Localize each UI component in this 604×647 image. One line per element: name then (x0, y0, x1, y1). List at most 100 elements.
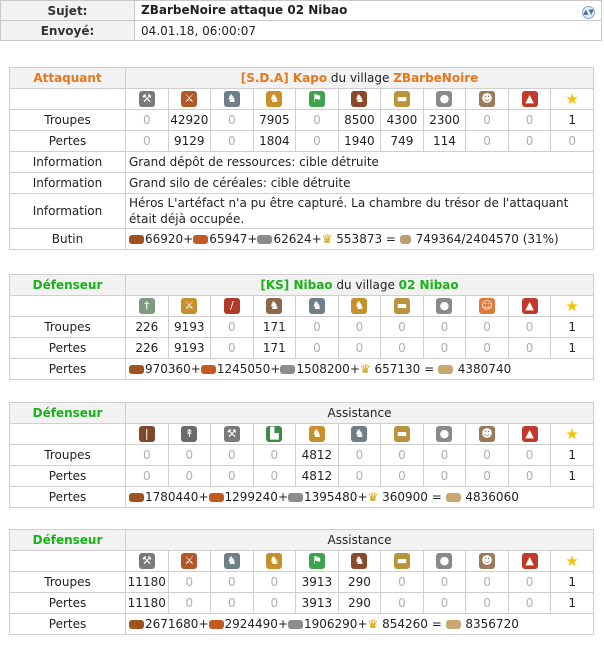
troop-count: 42920 (167, 109, 212, 131)
catapult-icon: ● (436, 426, 453, 442)
senator-icon: ☺ (479, 298, 496, 314)
unit-icon-cell: | (125, 423, 169, 445)
defender2-role: Défenseur (9, 402, 126, 424)
hero-star-icon: ★ (565, 425, 579, 443)
bounty-amount: 749364/2404570 (31%) (411, 232, 559, 246)
attacker-title: [S.D.A] Kapo du village ZBarbeNoire (125, 67, 594, 89)
unit-icon-cell: ♞ (337, 295, 382, 317)
defender3-role: Défenseur (9, 529, 126, 551)
troop-count: 0 (422, 316, 467, 338)
losses-row: Pertes 11180 0 0 0 3913 290 0 0 0 0 1 (9, 592, 594, 614)
bounty-label: Butin (9, 228, 126, 250)
unit-icon-cell: ▲ (507, 550, 552, 572)
subject-text: ZBarbeNoire attaque 02 Nibao (141, 2, 348, 17)
resource-losses-label: Pertes (9, 358, 126, 380)
club-icon: | (138, 426, 155, 442)
horse-icon: ♞ (223, 553, 240, 569)
troops-row: Troupes 226 9193 0 171 0 0 0 0 0 0 1 (9, 316, 594, 338)
defender-player-link[interactable]: [KS] Nibao (260, 278, 332, 292)
bounty-values: 66920+ 65947+ 62624+♛ 553873 = 749364/2404… (125, 228, 594, 250)
unit-icon-cell: † (125, 295, 169, 317)
unit-icon-cell: ▲ (507, 88, 552, 110)
troop-count: 0 (210, 316, 254, 338)
iron-icon (257, 235, 273, 244)
unit-icon-cell: ⚒ (210, 423, 254, 445)
horse-icon: ♞ (308, 298, 325, 314)
unit-icon-cell: ♞ (252, 88, 297, 110)
resources-total-icon (445, 620, 461, 629)
unit-icon-row: ⚒ ⚔ ♞ ♞ ⚑ ♞ ▬ ● ☻ ▲ ★ (9, 550, 594, 572)
troop-count: 0 (210, 444, 254, 466)
knight-icon: ♞ (351, 298, 368, 314)
troop-count: 4300 (380, 109, 424, 131)
resources-total-icon (445, 493, 461, 502)
troop-count: 0 (507, 109, 552, 131)
troop-count: 0 (507, 444, 552, 466)
loss-count: 0 (210, 465, 254, 487)
unit-icon-cell: ⚒ (125, 550, 169, 572)
troop-count: 8500 (337, 109, 382, 131)
loss-crop: 360900 (378, 490, 428, 504)
loss-count: 0 (380, 465, 424, 487)
unit-icon-cell: / (210, 295, 254, 317)
unit-icon-cell: ★ (550, 550, 594, 572)
troop-count: 0 (507, 316, 552, 338)
losses-label: Pertes (9, 465, 126, 487)
settler-icon: ▲ (521, 298, 538, 314)
loss-crop: 657130 (370, 362, 421, 376)
chief-icon: ☻ (479, 426, 496, 442)
defender2-table: Défenseur Assistance | ↟ ⚒ ▙ ♞ ♞ ▬ ● ☻ ▲ ★ Troupes… (9, 402, 594, 508)
pathfinder-icon: ⚑ (308, 91, 325, 107)
attacker-player-link[interactable]: [S.D.A] Kapo (241, 71, 327, 85)
troop-count: 171 (252, 316, 297, 338)
paladin-icon: ♞ (308, 426, 325, 442)
subject-label: Sujet: (0, 0, 135, 21)
loss-count: 0 (507, 465, 552, 487)
resources-total-icon (437, 365, 453, 374)
troop-count: 0 (167, 571, 212, 593)
expand-icon[interactable]: ▲▼ (582, 5, 595, 19)
resource-losses: 1780440+ 1299240+ 1395480+♛ 360900 = 48360… (125, 486, 594, 508)
troops-row: Troupes 0 42920 0 7905 0 8500 4300 2300 0 0 1 (9, 109, 594, 131)
defender-village-link[interactable]: 02 Nibao (399, 278, 459, 292)
iron-icon (288, 493, 303, 502)
scout-icon: ♞ (266, 298, 283, 314)
mace-icon: ⚒ (138, 553, 155, 569)
loss-count: 9129 (167, 130, 212, 152)
unit-icon-cell: ♞ (252, 550, 297, 572)
chief-icon: ☻ (479, 91, 496, 107)
unit-icon-cell: ▙ (252, 423, 297, 445)
hero-star-icon: ★ (565, 297, 579, 315)
knight-icon: ♞ (266, 91, 283, 107)
loss-count: 0 (380, 592, 424, 614)
message-header: Sujet: ZBarbeNoire attaque 02 Nibao ▲▼ En… (0, 0, 602, 41)
loss-wood: 2671680+ (145, 617, 209, 631)
spear-icon: ↟ (181, 426, 198, 442)
loss-count: 0 (550, 130, 594, 152)
loss-count: 3913 (295, 592, 339, 614)
loss-wood: 970360+ (145, 362, 201, 376)
horse-icon: ♞ (351, 426, 368, 442)
troop-count: 0 (337, 444, 382, 466)
ram-icon: ▬ (393, 426, 410, 442)
unit-icon-cell: ♞ (210, 88, 254, 110)
troop-count: 1 (550, 109, 594, 131)
loss-count: 1940 (337, 130, 382, 152)
troop-count: 0 (252, 444, 297, 466)
unit-icon-cell: ♞ (295, 295, 339, 317)
unit-icon-cell: ⚑ (295, 88, 339, 110)
village-of-text: du village (332, 278, 399, 292)
troop-count: 1 (550, 316, 594, 338)
sword-icon: ⚔ (181, 91, 198, 107)
defender3-title: Assistance (125, 529, 594, 551)
ram-icon: ▬ (393, 91, 410, 107)
wood-icon (129, 235, 144, 244)
losses-row: Pertes 226 9193 0 171 0 0 0 0 0 0 1 (9, 337, 594, 359)
loss-count: 0 (167, 592, 212, 614)
loss-count: 0 (125, 465, 169, 487)
troop-count: 290 (337, 571, 382, 593)
attacker-village-link[interactable]: ZBarbeNoire (393, 71, 478, 85)
unit-icon-cell: ⚒ (125, 88, 169, 110)
loss-clay: 1299240+ (224, 490, 289, 504)
unit-icon-cell: ▲ (507, 423, 552, 445)
